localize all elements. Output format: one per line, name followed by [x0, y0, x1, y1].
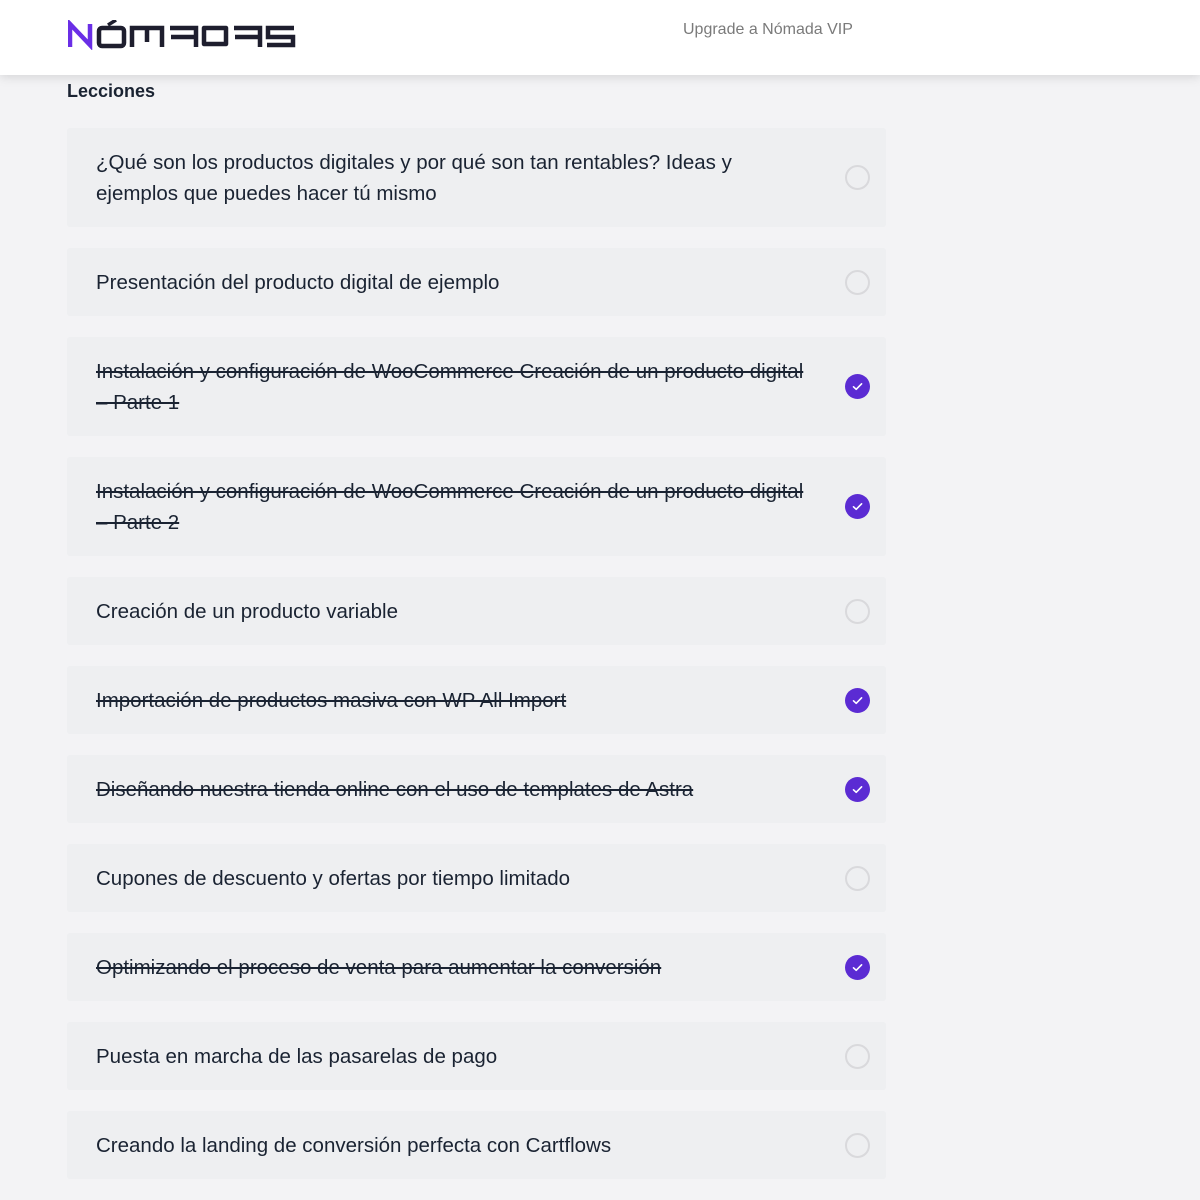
lesson-title: Importación de productos masiva con WP A…: [96, 688, 567, 712]
lesson-title: Puesta en marcha de las pasarelas de pag…: [96, 1044, 498, 1068]
lessons-section-title: Lecciones: [67, 81, 156, 101]
lesson-item[interactable]: Creación de un producto variable: [67, 577, 886, 645]
lesson-title: Creando la landing de conversión perfect…: [96, 1133, 612, 1157]
lesson-item[interactable]: Diseñando nuestra tienda online con el u…: [67, 755, 886, 823]
lesson-item[interactable]: Instalación y configuración de WooCommer…: [67, 457, 886, 556]
lesson-item[interactable]: Optimizando el proceso de venta para aum…: [67, 933, 886, 1001]
nomadas-logo-icon: [68, 20, 296, 50]
lesson-item[interactable]: Puesta en marcha de las pasarelas de pag…: [67, 1022, 886, 1090]
lesson-title: ¿Qué son los productos digitales y por q…: [96, 150, 732, 205]
lesson-title: Cupones de descuento y ofertas por tiemp…: [96, 866, 571, 890]
lesson-title: Instalación y configuración de WooCommer…: [96, 359, 804, 414]
incomplete-circle-icon[interactable]: [845, 1043, 870, 1069]
lesson-item[interactable]: Importación de productos masiva con WP A…: [67, 666, 886, 734]
lesson-title: Presentación del producto digital de eje…: [96, 270, 500, 294]
lesson-title: Optimizando el proceso de venta para aum…: [96, 955, 662, 979]
incomplete-circle-icon[interactable]: [845, 165, 870, 190]
lesson-item[interactable]: Creando la landing de conversión perfect…: [67, 1111, 886, 1179]
incomplete-circle-icon[interactable]: [845, 269, 870, 295]
lesson-title: Instalación y configuración de WooCommer…: [96, 479, 804, 534]
site-logo[interactable]: [68, 20, 296, 50]
upgrade-vip-link[interactable]: Upgrade a Nómada VIP: [683, 21, 853, 39]
lesson-title: Diseñando nuestra tienda online con el u…: [96, 777, 694, 801]
lesson-item[interactable]: Presentación del producto digital de eje…: [67, 248, 886, 316]
completed-check-icon[interactable]: [845, 494, 870, 519]
completed-check-icon[interactable]: [845, 954, 870, 980]
lesson-item[interactable]: Cupones de descuento y ofertas por tiemp…: [67, 844, 886, 912]
lesson-item[interactable]: Instalación y configuración de WooCommer…: [67, 337, 886, 436]
incomplete-circle-icon[interactable]: [845, 865, 870, 891]
completed-check-icon[interactable]: [845, 776, 870, 802]
incomplete-circle-icon[interactable]: [845, 1132, 870, 1158]
lesson-item[interactable]: ¿Qué son los productos digitales y por q…: [67, 128, 886, 227]
site-header: Upgrade a Nómada VIP: [0, 0, 1200, 75]
lesson-list: ¿Qué son los productos digitales y por q…: [67, 128, 886, 1200]
completed-check-icon[interactable]: [845, 687, 870, 713]
completed-check-icon[interactable]: [845, 374, 870, 399]
lesson-title: Creación de un producto variable: [96, 599, 398, 623]
incomplete-circle-icon[interactable]: [845, 598, 870, 624]
